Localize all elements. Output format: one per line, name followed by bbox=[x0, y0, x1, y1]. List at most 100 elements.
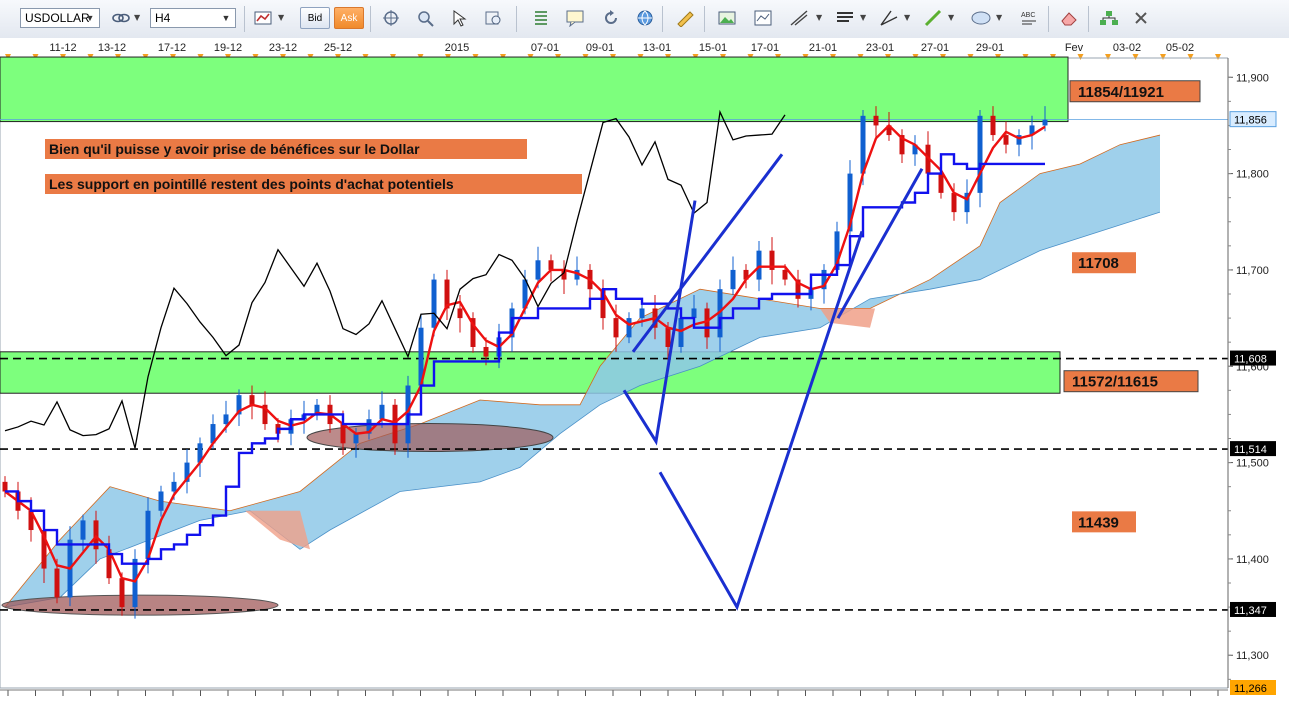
fibonacci-icon[interactable] bbox=[528, 6, 554, 30]
zone-label-text: 11854/11921 bbox=[1078, 84, 1164, 101]
candle-body bbox=[951, 192, 957, 213]
pencil-icon[interactable] bbox=[920, 6, 946, 30]
date-tick-label: Fev bbox=[1065, 42, 1084, 54]
zoom-icon[interactable] bbox=[412, 6, 438, 30]
date-tick-label: 17-12 bbox=[158, 42, 186, 54]
candles-icon[interactable] bbox=[250, 6, 276, 30]
chevron-down-icon[interactable]: ▼ bbox=[948, 13, 954, 22]
refresh-icon[interactable] bbox=[598, 6, 624, 30]
chart-toolbar: USDOLLAR ▼ ▼ H4 ▼ ▼ Bid Ask ▼ ▼ ▼ ▼ ▼ AB… bbox=[0, 0, 1289, 39]
date-tick-label: 23-01 bbox=[866, 42, 894, 54]
candle-body bbox=[431, 279, 437, 328]
candle-body bbox=[80, 520, 86, 540]
date-tick-label: 09-01 bbox=[586, 42, 614, 54]
close-icon[interactable] bbox=[1128, 6, 1154, 30]
toolbar-separator bbox=[662, 6, 663, 32]
date-tick-label: 23-12 bbox=[269, 42, 297, 54]
chevron-down-icon[interactable]: ▼ bbox=[278, 13, 284, 22]
date-tick-label: 15-01 bbox=[699, 42, 727, 54]
symbol-select[interactable]: USDOLLAR ▼ bbox=[20, 8, 100, 28]
candle-body bbox=[158, 491, 164, 511]
symbol-value: USDOLLAR bbox=[25, 11, 90, 25]
price-tick-label: 11,700 bbox=[1236, 265, 1269, 277]
level-label-text: 11439 bbox=[1078, 514, 1119, 531]
candle-body bbox=[132, 558, 138, 608]
price-tag-label: 11,347 bbox=[1234, 605, 1267, 617]
candle-body bbox=[119, 578, 125, 608]
candle-body bbox=[613, 318, 619, 338]
ruler-icon[interactable] bbox=[672, 6, 698, 30]
cursor-icon[interactable] bbox=[446, 6, 472, 30]
toolbar-separator bbox=[1048, 6, 1049, 32]
candle-body bbox=[457, 308, 463, 319]
zone-label-text: 11572/11615 bbox=[1072, 374, 1158, 391]
trendline-icon[interactable] bbox=[876, 6, 902, 30]
candle-body bbox=[379, 404, 385, 420]
ellipse-icon[interactable] bbox=[968, 6, 994, 30]
candle-body bbox=[938, 173, 944, 193]
timeframe-select[interactable]: H4 ▼ bbox=[150, 8, 236, 28]
timeframe-value: H4 bbox=[155, 11, 171, 25]
date-tick-label: 05-02 bbox=[1166, 42, 1194, 54]
candle-body bbox=[483, 346, 489, 357]
eraser-icon[interactable] bbox=[1056, 6, 1082, 30]
ask-button[interactable]: Ask bbox=[334, 7, 364, 29]
link-icon[interactable] bbox=[108, 6, 134, 30]
date-tick-label: 07-01 bbox=[531, 42, 559, 54]
candle-body bbox=[990, 115, 996, 136]
annotation-text: Bien qu'il puisse y avoir prise de bénéf… bbox=[49, 141, 420, 157]
support-ellipse bbox=[1, 594, 279, 616]
ask-label: Ask bbox=[340, 12, 358, 24]
date-tick-label: 13-12 bbox=[98, 42, 126, 54]
candle-body bbox=[54, 568, 60, 598]
svg-text:ABC: ABC bbox=[1021, 12, 1035, 19]
annotation-text: Les support en pointillé restent des poi… bbox=[49, 176, 454, 192]
price-tag-label: 11,856 bbox=[1234, 115, 1267, 127]
candle-body bbox=[977, 115, 983, 193]
chevron-down-icon[interactable]: ▼ bbox=[816, 13, 822, 22]
chevron-down-icon: ▼ bbox=[85, 13, 95, 23]
magnify-icon[interactable] bbox=[480, 6, 506, 30]
chevron-down-icon[interactable]: ▼ bbox=[904, 13, 910, 22]
candle-body bbox=[1003, 135, 1009, 145]
image-icon[interactable] bbox=[714, 6, 740, 30]
chevron-down-icon[interactable]: ▼ bbox=[134, 13, 140, 22]
level-label-text: 11708 bbox=[1078, 255, 1119, 272]
comment-icon[interactable] bbox=[562, 6, 588, 30]
chevron-down-icon: ▼ bbox=[221, 13, 231, 23]
candle-body bbox=[665, 327, 671, 347]
draw-lines-icon[interactable] bbox=[786, 6, 812, 30]
bid-label: Bid bbox=[307, 12, 323, 24]
date-tick-label: 13-01 bbox=[643, 42, 671, 54]
candle-body bbox=[626, 318, 632, 338]
indicators-icon[interactable] bbox=[832, 6, 858, 30]
price-chart[interactable]: 11-12 13-12 17-12 19-12 23-12 25-12 2015 07-01 0… bbox=[0, 38, 1289, 706]
candle-body bbox=[691, 308, 697, 319]
template-icon[interactable] bbox=[750, 6, 776, 30]
candle-body bbox=[678, 318, 684, 347]
date-tick-label: 2015 bbox=[445, 42, 469, 54]
price-tag-label: 11,608 bbox=[1234, 354, 1267, 366]
candle-body bbox=[860, 115, 866, 174]
toolbar-separator bbox=[370, 6, 371, 32]
chevron-down-icon[interactable]: ▼ bbox=[860, 13, 866, 22]
candle-body bbox=[2, 481, 8, 492]
bid-button[interactable]: Bid bbox=[300, 7, 330, 29]
price-tag-label: 11,514 bbox=[1234, 444, 1267, 456]
candle-body bbox=[249, 395, 255, 405]
crosshair-icon[interactable] bbox=[378, 6, 404, 30]
toolbar-separator bbox=[244, 6, 245, 32]
price-tick-label: 11,300 bbox=[1236, 650, 1269, 662]
date-tick-label: 29-01 bbox=[976, 42, 1004, 54]
date-tick-label: 11-12 bbox=[49, 42, 76, 54]
candle-body bbox=[340, 424, 346, 444]
price-tick-label: 11,800 bbox=[1236, 169, 1269, 181]
chevron-down-icon[interactable]: ▼ bbox=[996, 13, 1002, 22]
hierarchy-icon[interactable] bbox=[1096, 6, 1122, 30]
price-tick-label: 11,400 bbox=[1236, 554, 1269, 566]
date-tick-label: 17-01 bbox=[751, 42, 779, 54]
globe-icon[interactable] bbox=[632, 6, 658, 30]
candle-body bbox=[535, 260, 541, 280]
date-tick-label: 25-12 bbox=[324, 42, 352, 54]
text-icon[interactable]: ABC bbox=[1016, 6, 1042, 30]
